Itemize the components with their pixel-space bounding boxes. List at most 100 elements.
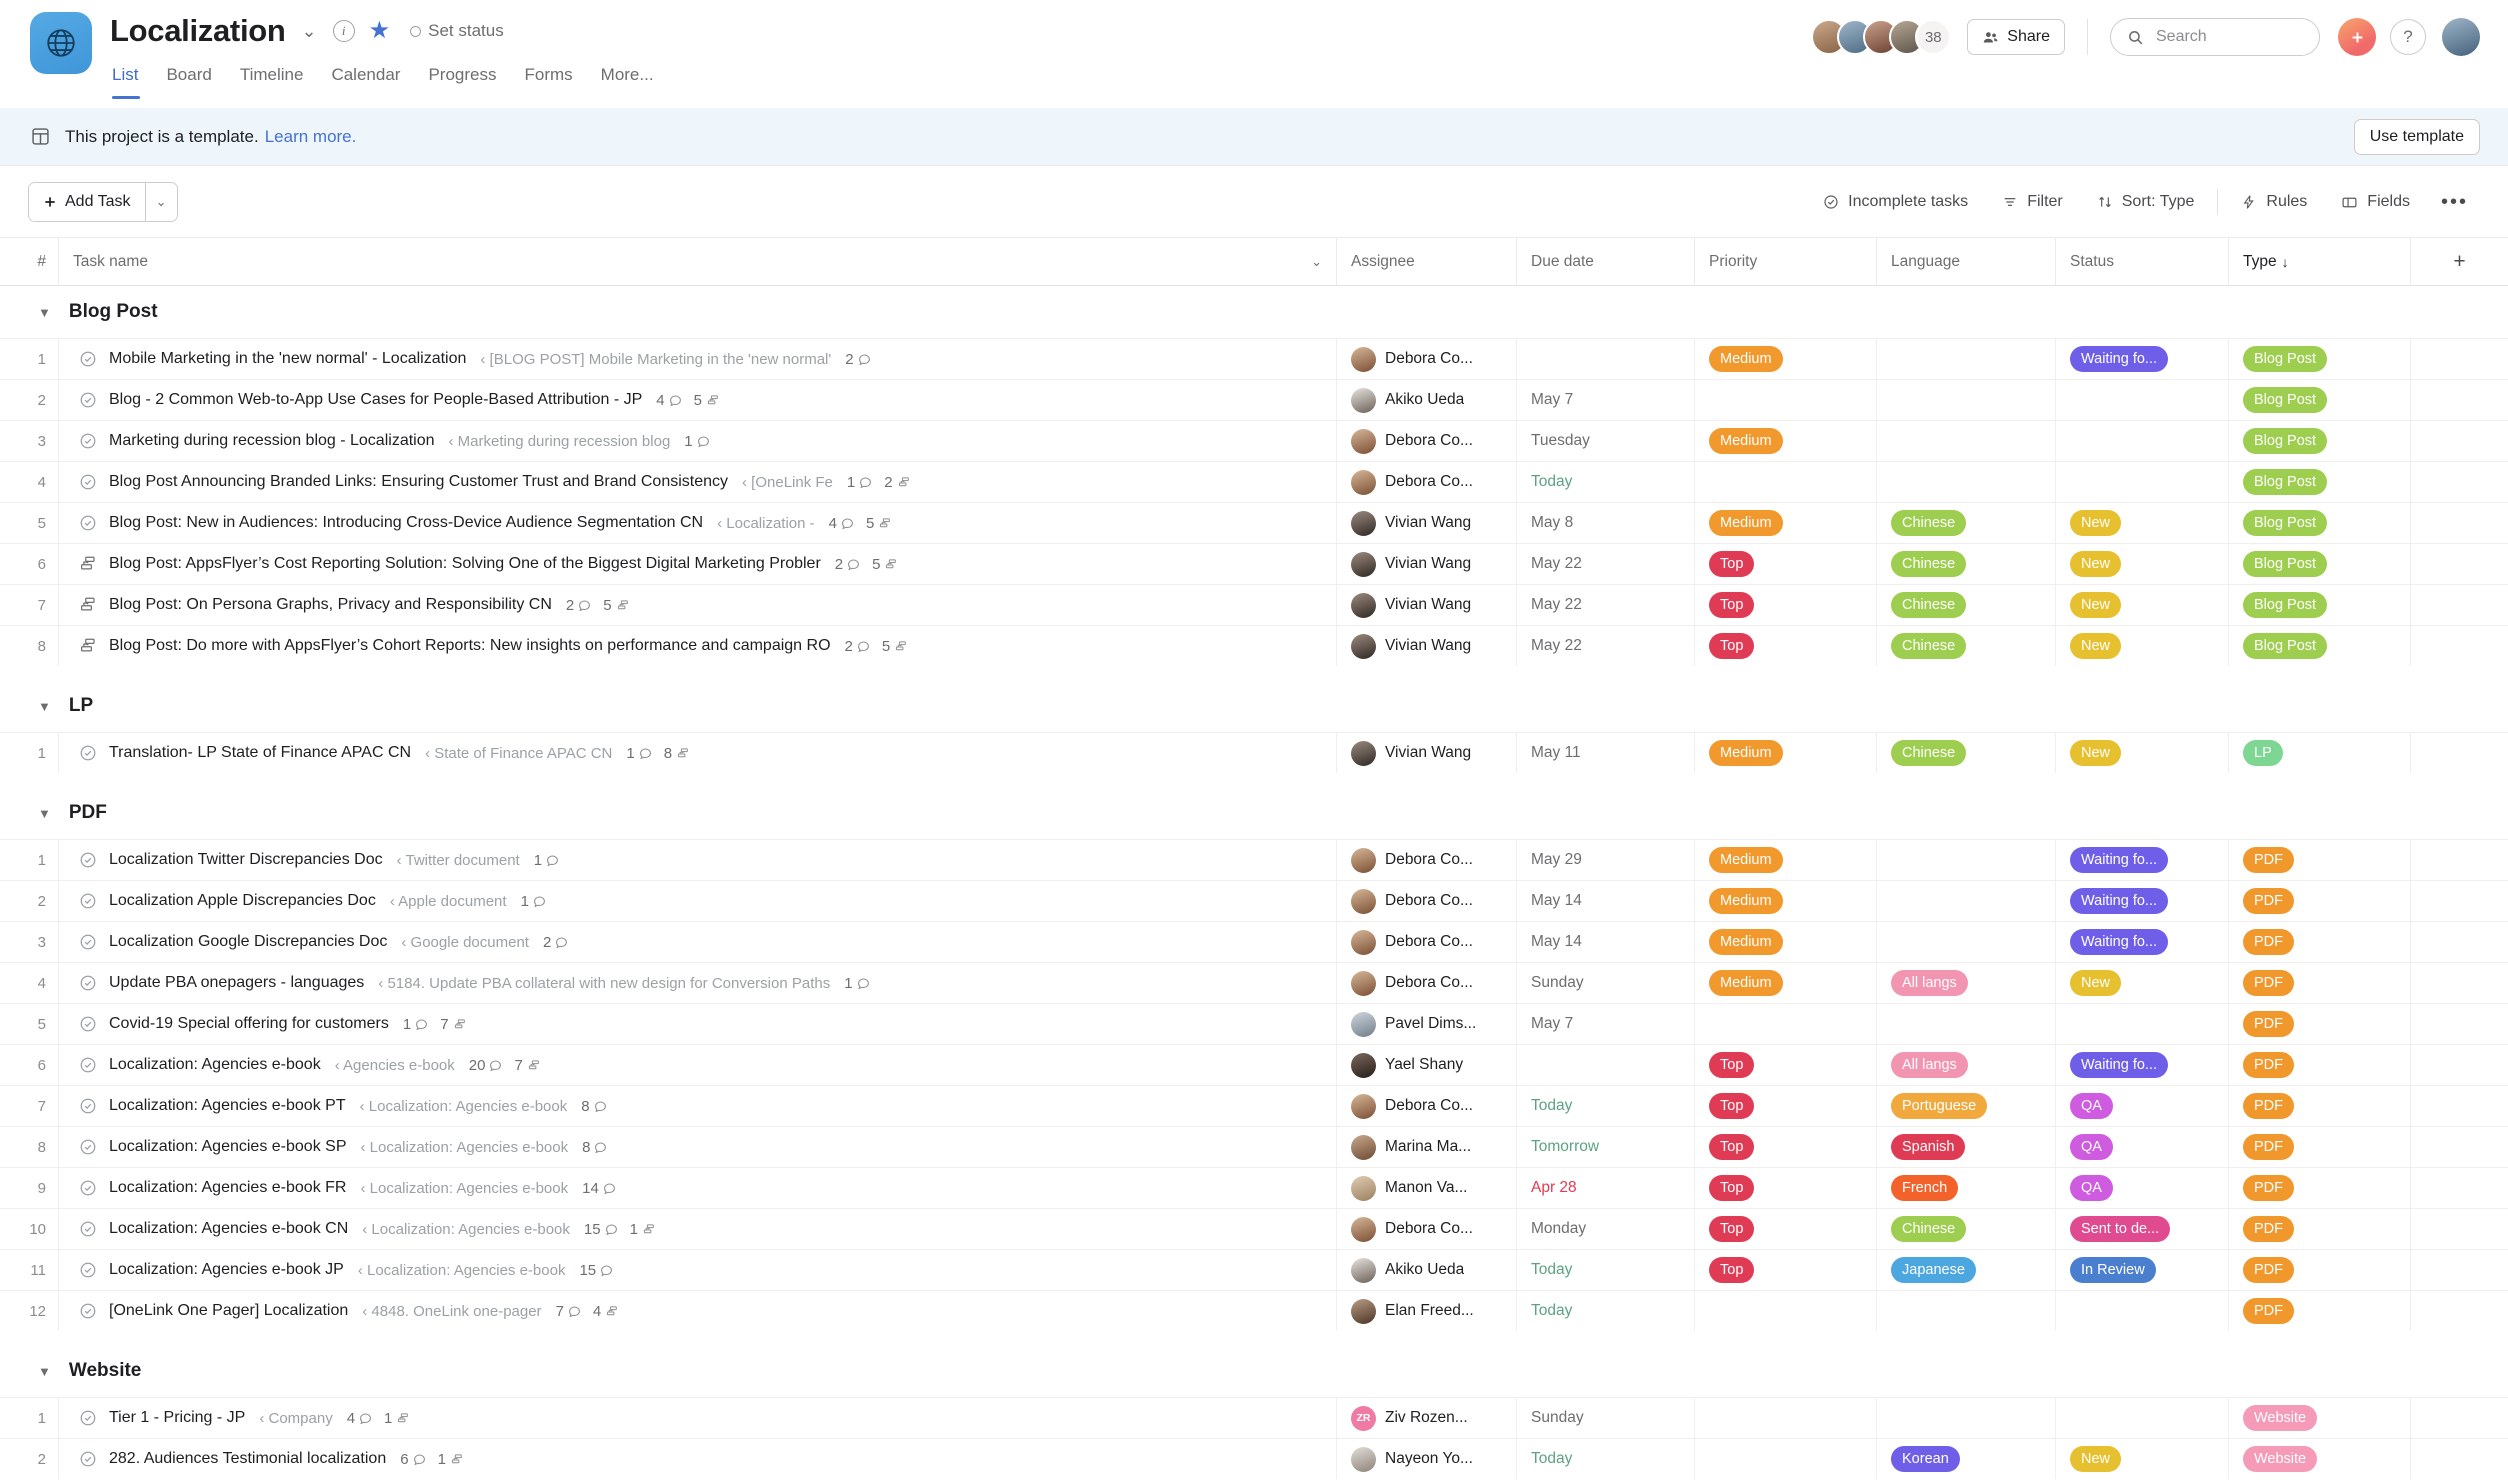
col-header-assignee[interactable]: Assignee: [1336, 238, 1516, 285]
check-circle-icon[interactable]: [79, 892, 97, 910]
type-badge[interactable]: Blog Post: [2243, 469, 2327, 495]
status-cell[interactable]: Waiting fo...: [2055, 339, 2228, 379]
priority-cell[interactable]: Medium: [1694, 840, 1876, 880]
language-badge[interactable]: Portuguese: [1891, 1093, 1987, 1119]
type-badge[interactable]: Blog Post: [2243, 510, 2327, 536]
task-name-cell[interactable]: 282. Audiences Testimonial localization6…: [58, 1439, 1336, 1479]
type-cell[interactable]: PDF: [2228, 840, 2410, 880]
parent-task-link[interactable]: ‹ Apple document: [390, 893, 507, 910]
due-date-cell[interactable]: May 7: [1516, 1004, 1694, 1044]
share-button[interactable]: Share: [1967, 19, 2065, 55]
task-name-cell[interactable]: [OneLink One Pager] Localization‹ 4848. …: [58, 1291, 1336, 1331]
language-cell[interactable]: Chinese: [1876, 626, 2055, 666]
language-cell[interactable]: [1876, 1004, 2055, 1044]
type-cell[interactable]: PDF: [2228, 1086, 2410, 1126]
type-badge[interactable]: PDF: [2243, 1298, 2294, 1324]
task-name-cell[interactable]: Blog - 2 Common Web-to-App Use Cases for…: [58, 380, 1336, 420]
complete-task-icon[interactable]: [79, 350, 97, 368]
table-row[interactable]: 4Update PBA onepagers - languages‹ 5184.…: [0, 962, 2508, 1003]
table-row[interactable]: 1Mobile Marketing in the 'new normal' - …: [0, 338, 2508, 379]
priority-badge[interactable]: Top: [1709, 1216, 1754, 1242]
assignee-cell[interactable]: Nayeon Yo...: [1336, 1439, 1516, 1479]
caret-down-icon[interactable]: ▼: [38, 806, 51, 821]
task-name-cell[interactable]: Localization: Agencies e-book‹ Agencies …: [58, 1045, 1336, 1085]
due-date-cell[interactable]: May 11: [1516, 733, 1694, 773]
assignee-cell[interactable]: ZRZiv Rozen...: [1336, 1398, 1516, 1438]
priority-cell[interactable]: Top: [1694, 626, 1876, 666]
priority-badge[interactable]: Medium: [1709, 970, 1783, 996]
tab-calendar[interactable]: Calendar: [317, 58, 414, 99]
priority-cell[interactable]: Medium: [1694, 963, 1876, 1003]
task-name-cell[interactable]: Blog Post: New in Audiences: Introducing…: [58, 503, 1336, 543]
priority-cell[interactable]: Top: [1694, 1209, 1876, 1249]
language-badge[interactable]: Korean: [1891, 1446, 1960, 1472]
add-task-dropdown[interactable]: ⌄: [145, 183, 177, 221]
parent-task-link[interactable]: ‹ Marketing during recession blog: [449, 433, 671, 450]
language-badge[interactable]: Chinese: [1891, 740, 1966, 766]
parent-task-link[interactable]: ‹ [BLOG POST] Mobile Marketing in the 'n…: [480, 351, 831, 368]
parent-task-link[interactable]: ‹ [OneLink Fe: [742, 474, 833, 491]
assignee-cell[interactable]: Vivian Wang: [1336, 585, 1516, 625]
priority-badge[interactable]: Top: [1709, 1134, 1754, 1160]
table-row[interactable]: 3Localization Google Discrepancies Doc‹ …: [0, 921, 2508, 962]
type-badge[interactable]: LP: [2243, 740, 2283, 766]
due-date-cell[interactable]: May 22: [1516, 585, 1694, 625]
type-cell[interactable]: Blog Post: [2228, 503, 2410, 543]
status-badge[interactable]: Waiting fo...: [2070, 346, 2168, 372]
status-badge[interactable]: QA: [2070, 1175, 2113, 1201]
status-badge[interactable]: New: [2070, 592, 2121, 618]
status-badge[interactable]: New: [2070, 740, 2121, 766]
check-circle-icon[interactable]: [79, 1179, 97, 1197]
parent-task-link[interactable]: ‹ State of Finance APAC CN: [425, 745, 612, 762]
priority-cell[interactable]: [1694, 380, 1876, 420]
language-badge[interactable]: All langs: [1891, 1052, 1968, 1078]
due-date-cell[interactable]: Apr 28: [1516, 1168, 1694, 1208]
type-badge[interactable]: PDF: [2243, 970, 2294, 996]
language-cell[interactable]: [1876, 1291, 2055, 1331]
language-cell[interactable]: [1876, 922, 2055, 962]
status-cell[interactable]: QA: [2055, 1086, 2228, 1126]
section-header-website[interactable]: ▼Website: [0, 1345, 2508, 1397]
due-date-cell[interactable]: May 22: [1516, 544, 1694, 584]
task-name-cell[interactable]: Blog Post: On Persona Graphs, Privacy an…: [58, 585, 1336, 625]
table-row[interactable]: 7Localization: Agencies e-book PT‹ Local…: [0, 1085, 2508, 1126]
priority-cell[interactable]: [1694, 1439, 1876, 1479]
priority-cell[interactable]: Medium: [1694, 733, 1876, 773]
col-header-priority[interactable]: Priority: [1694, 238, 1876, 285]
caret-down-icon[interactable]: ▼: [38, 1364, 51, 1379]
status-cell[interactable]: New: [2055, 585, 2228, 625]
filter-button[interactable]: Filter: [1985, 182, 2080, 222]
add-task-button[interactable]: Add Task: [29, 183, 145, 221]
status-cell[interactable]: Waiting fo...: [2055, 1045, 2228, 1085]
type-badge[interactable]: PDF: [2243, 1175, 2294, 1201]
table-row[interactable]: 6Localization: Agencies e-book‹ Agencies…: [0, 1044, 2508, 1085]
assignee-cell[interactable]: Debora Co...: [1336, 840, 1516, 880]
status-cell[interactable]: [2055, 380, 2228, 420]
status-badge[interactable]: Waiting fo...: [2070, 847, 2168, 873]
parent-task-link[interactable]: ‹ 4848. OneLink one-pager: [362, 1303, 541, 1320]
priority-cell[interactable]: [1694, 1398, 1876, 1438]
table-row[interactable]: 8Blog Post: Do more with AppsFlyer’s Coh…: [0, 625, 2508, 666]
task-name-cell[interactable]: Covid-19 Special offering for customers1…: [58, 1004, 1336, 1044]
status-badge[interactable]: New: [2070, 1446, 2121, 1472]
type-cell[interactable]: Website: [2228, 1398, 2410, 1438]
task-name-cell[interactable]: Localization: Agencies e-book JP‹ Locali…: [58, 1250, 1336, 1290]
subtask-indicator-icon[interactable]: [79, 555, 97, 573]
type-badge[interactable]: Blog Post: [2243, 387, 2327, 413]
assignee-cell[interactable]: Vivian Wang: [1336, 626, 1516, 666]
check-circle-icon[interactable]: [79, 1015, 97, 1033]
status-cell[interactable]: New: [2055, 503, 2228, 543]
assignee-cell[interactable]: Manon Va...: [1336, 1168, 1516, 1208]
check-circle-icon[interactable]: [79, 391, 97, 409]
priority-badge[interactable]: Medium: [1709, 888, 1783, 914]
due-date-cell[interactable]: Monday: [1516, 1209, 1694, 1249]
language-badge[interactable]: Chinese: [1891, 592, 1966, 618]
priority-cell[interactable]: [1694, 462, 1876, 502]
priority-cell[interactable]: Medium: [1694, 503, 1876, 543]
language-cell[interactable]: [1876, 462, 2055, 502]
check-circle-icon[interactable]: [79, 1220, 97, 1238]
complete-task-icon[interactable]: [79, 1015, 97, 1033]
status-cell[interactable]: [2055, 1291, 2228, 1331]
task-name-cell[interactable]: Translation- LP State of Finance APAC CN…: [58, 733, 1336, 773]
type-badge[interactable]: Blog Post: [2243, 592, 2327, 618]
